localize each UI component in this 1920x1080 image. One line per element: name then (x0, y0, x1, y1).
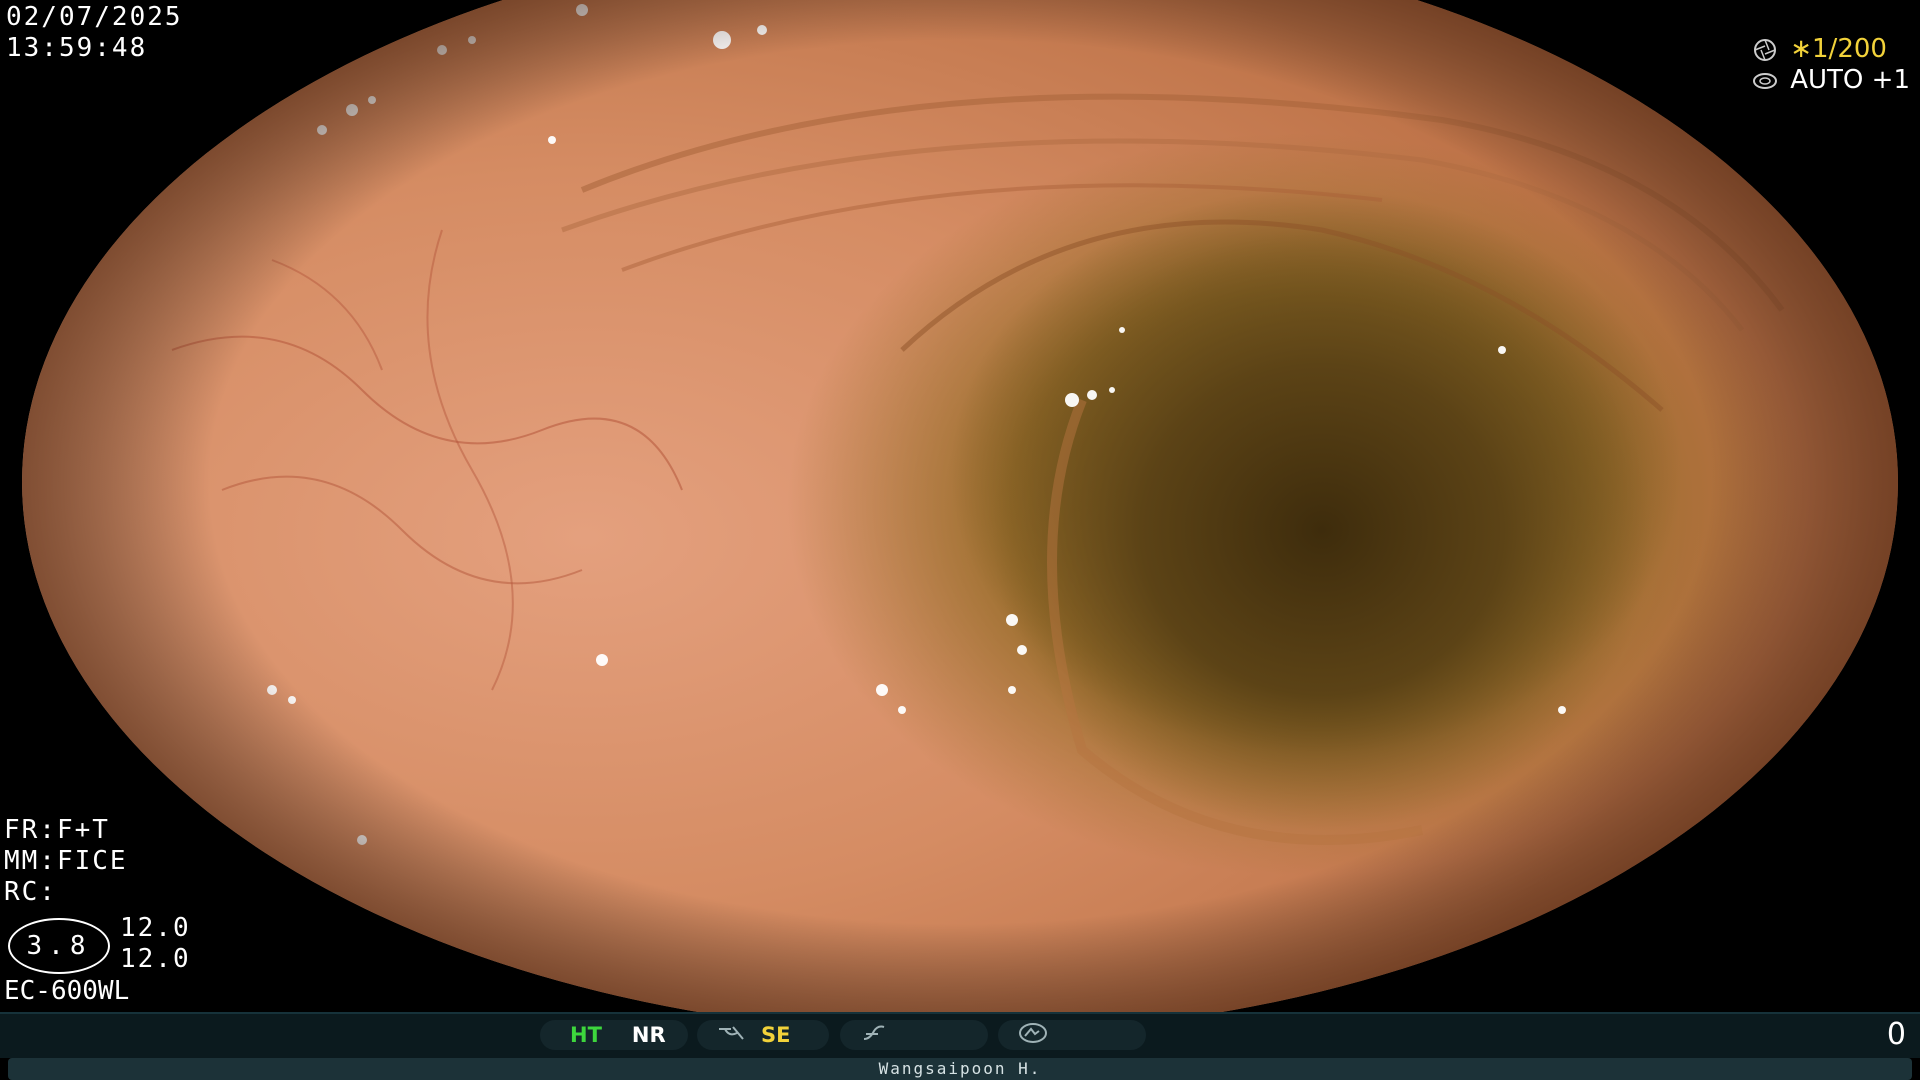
image-counter: 0 (1886, 1017, 1906, 1052)
ht-label: HT (570, 1023, 602, 1047)
nr-label: NR (631, 1023, 666, 1047)
shutter-speed: ∗1/200 (1790, 34, 1887, 64)
iris-value: 3.8 (8, 918, 110, 974)
status-bar: HT NR SE 0 (0, 1012, 1920, 1058)
auto-row: AUTO +1 (1752, 65, 1910, 96)
time-readout: 13:59:48 (6, 33, 148, 63)
exposure-panel: ∗1/200 AUTO +1 (1752, 34, 1910, 96)
scope-model: EC-600WL (4, 976, 130, 1006)
se-label: SE (761, 1023, 791, 1047)
aperture-icon (1752, 37, 1778, 63)
date-readout: 02/07/2025 (6, 2, 183, 32)
endoscopy-monitor: 02/07/2025 13:59:48 ∗1/200 AUTO +1 FR:F+… (0, 0, 1920, 1080)
se-indicator: SE (697, 1020, 829, 1050)
sharpness-icon (860, 1023, 890, 1048)
shutter-row: ∗1/200 (1752, 34, 1910, 65)
auto-exposure-level: AUTO +1 (1790, 65, 1910, 95)
sharpness-indicator (840, 1020, 988, 1050)
endoscopic-image (22, 0, 1898, 1034)
frame-mode: FR:F+T (4, 815, 110, 845)
ht-nr-indicator: HT NR (540, 1020, 688, 1050)
exposure-icon (1752, 68, 1778, 94)
enhance-value-1: 12.0 (120, 913, 191, 943)
capture-indicator (998, 1020, 1146, 1050)
rc-label: RC: (4, 877, 57, 907)
operator-name: Wangsaipoon H. (878, 1059, 1042, 1078)
structure-icon (717, 1023, 747, 1048)
operator-name-bar: Wangsaipoon H. (8, 1058, 1912, 1080)
image-mode: MM:FICE (4, 846, 128, 876)
mucosa-illustration (22, 0, 1898, 1034)
enhance-value-2: 12.0 (120, 944, 191, 974)
capture-icon (1018, 1022, 1048, 1049)
